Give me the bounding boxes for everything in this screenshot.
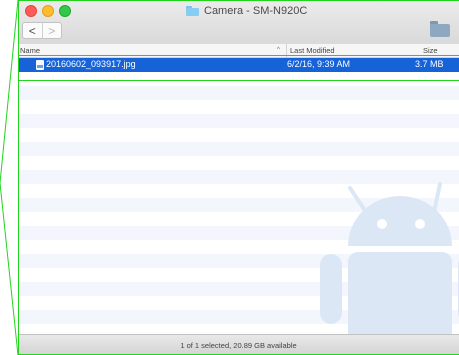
annotation-connector-lines [0,0,19,355]
